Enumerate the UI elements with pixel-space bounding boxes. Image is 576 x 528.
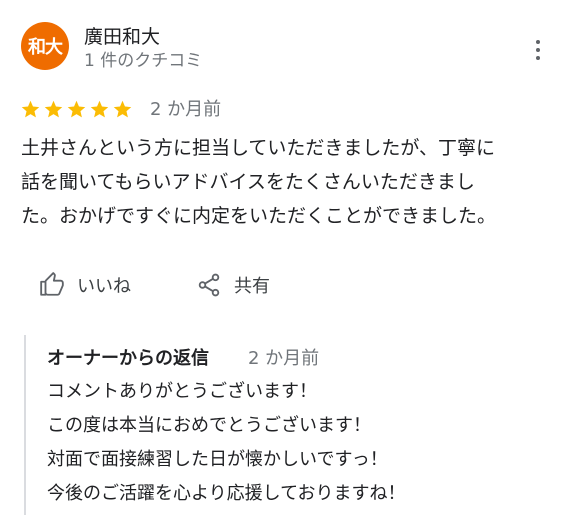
- reviewer-name[interactable]: 廣田和大: [84, 25, 160, 49]
- star-icon: [90, 100, 109, 118]
- more-vert-icon-dot: [536, 48, 540, 52]
- star-rating: [20, 99, 133, 120]
- owner-reply-date: 2 か月前: [248, 348, 320, 369]
- review-date: 2 か月前: [150, 99, 222, 120]
- star-icon: [67, 100, 86, 118]
- more-options-button[interactable]: [526, 36, 550, 64]
- owner-reply-text: コメントありがとうございます！ この度は本当におめでとうございます！ 対面で面接…: [47, 381, 406, 504]
- reviewer-review-count: 1 件のクチコミ: [84, 51, 203, 71]
- star-icon: [113, 100, 132, 118]
- review-text: 土井さんという方に担当していただきましたが、丁寧に 話を聞いてもらいアドバイスを…: [21, 137, 497, 227]
- like-label: いいね: [77, 276, 131, 297]
- owner-reply-title: オーナーからの返信: [47, 348, 209, 369]
- share-label: 共有: [234, 276, 270, 297]
- thumbs-up-icon: [40, 272, 64, 296]
- owner-reply: オーナーからの返信 2 か月前 コメントありがとうございます！ この度は本当にお…: [24, 335, 546, 515]
- share-icon: [198, 273, 220, 297]
- like-button[interactable]: いいね: [39, 268, 131, 302]
- star-icon: [44, 100, 63, 118]
- more-vert-icon-dot: [536, 56, 540, 60]
- avatar[interactable]: 和大: [21, 22, 69, 70]
- more-vert-icon: [536, 40, 540, 44]
- star-icon: [21, 100, 40, 118]
- share-button[interactable]: 共有: [196, 268, 270, 302]
